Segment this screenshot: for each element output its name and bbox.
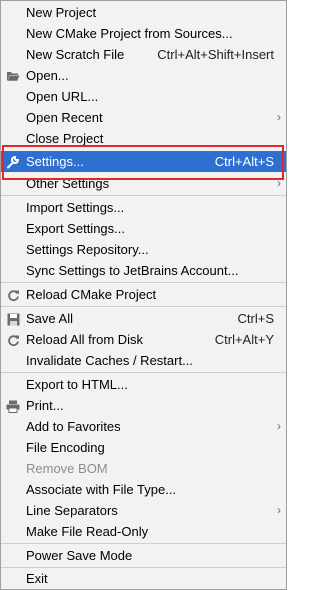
menu-item-label: Power Save Mode [26,548,133,563]
menu-item-new-scratch-file[interactable]: New Scratch File Ctrl+Alt+Shift+Insert [1,44,286,65]
menu-item-associate-with-file-type[interactable]: Associate with File Type... [1,479,286,500]
menu-item-label: Line Separators [26,503,118,518]
submenu-arrow-icon: › [277,503,281,517]
menu-item-make-file-read-only[interactable]: Make File Read-Only [1,521,286,542]
reload-icon [6,288,20,302]
submenu-arrow-icon: › [277,110,281,124]
save-icon [6,312,20,326]
menu-item-export-settings[interactable]: Export Settings... [1,218,286,239]
menu-separator [1,195,286,196]
menu-item-shortcut: Ctrl+S [237,311,274,326]
menu-item-reload-cmake-project[interactable]: Reload CMake Project [1,284,286,305]
menu-item-label: Import Settings... [26,200,125,215]
menu-item-print[interactable]: Print... [1,395,286,416]
menu-item-label: Settings Repository... [26,242,149,257]
menu-item-open-url[interactable]: Open URL... [1,86,286,107]
menu-item-exit[interactable]: Exit [1,568,286,589]
menu-item-settings[interactable]: Settings... Ctrl+Alt+S [1,151,286,172]
menu-item-invalidate-caches[interactable]: Invalidate Caches / Restart... [1,350,286,371]
menu-item-sync-settings[interactable]: Sync Settings to JetBrains Account... [1,260,286,281]
menu-item-label: Settings... [26,154,84,169]
menu-item-label: File Encoding [26,440,105,455]
menu-item-save-all[interactable]: Save All Ctrl+S [1,308,286,329]
menu-item-label: Make File Read-Only [26,524,149,539]
menu-item-label: Export Settings... [26,221,125,236]
menu-item-settings-repository[interactable]: Settings Repository... [1,239,286,260]
menu-item-label: Remove BOM [26,461,108,476]
menu-item-new-cmake-project[interactable]: New CMake Project from Sources... [1,23,286,44]
menu-separator [1,282,286,283]
menu-item-label: Reload All from Disk [26,332,144,347]
menu-item-new-project[interactable]: New Project [1,2,286,23]
menu-item-label: Add to Favorites [26,419,121,434]
menu-item-label: Exit [26,571,48,586]
menu-item-file-encoding[interactable]: File Encoding [1,437,286,458]
menu-item-reload-all-from-disk[interactable]: Reload All from Disk Ctrl+Alt+Y [1,329,286,350]
menu-item-label: Open... [26,68,69,83]
menu-item-remove-bom: Remove BOM [1,458,286,479]
menu-item-close-project[interactable]: Close Project [1,128,286,149]
file-menu: New Project New CMake Project from Sourc… [0,0,287,590]
menu-item-shortcut: Ctrl+Alt+S [214,154,274,169]
menu-item-label: Close Project [26,131,104,146]
menu-separator [1,306,286,307]
reload-icon [6,333,20,347]
submenu-arrow-icon: › [277,176,281,190]
menu-item-other-settings[interactable]: Other Settings › [1,173,286,194]
wrench-icon [6,155,20,169]
menu-item-export-to-html[interactable]: Export to HTML... [1,374,286,395]
menu-item-label: New CMake Project from Sources... [26,26,233,41]
menu-item-label: Save All [26,311,73,326]
menu-item-line-separators[interactable]: Line Separators › [1,500,286,521]
menu-item-label: Sync Settings to JetBrains Account... [26,263,239,278]
menu-item-label: New Scratch File [26,47,125,62]
menu-item-label: Associate with File Type... [26,482,177,497]
menu-item-shortcut: Ctrl+Alt+Y [214,332,274,347]
submenu-arrow-icon: › [277,419,281,433]
menu-item-power-save-mode[interactable]: Power Save Mode [1,545,286,566]
menu-item-label: New Project [26,5,97,20]
menu-item-import-settings[interactable]: Import Settings... [1,197,286,218]
menu-item-label: Reload CMake Project [26,287,157,302]
menu-item-label: Open URL... [26,89,99,104]
menu-item-shortcut: Ctrl+Alt+Shift+Insert [157,47,274,62]
menu-item-label: Other Settings [26,176,110,191]
folder-icon [6,69,20,83]
menu-item-open-recent[interactable]: Open Recent › [1,107,286,128]
menu-item-label: Open Recent [26,110,103,125]
menu-item-label: Invalidate Caches / Restart... [26,353,193,368]
menu-item-label: Export to HTML... [26,377,128,392]
printer-icon [6,399,20,413]
menu-separator [1,372,286,373]
menu-item-add-to-favorites[interactable]: Add to Favorites › [1,416,286,437]
menu-item-open[interactable]: Open... [1,65,286,86]
menu-separator [1,543,286,544]
menu-item-label: Print... [26,398,64,413]
